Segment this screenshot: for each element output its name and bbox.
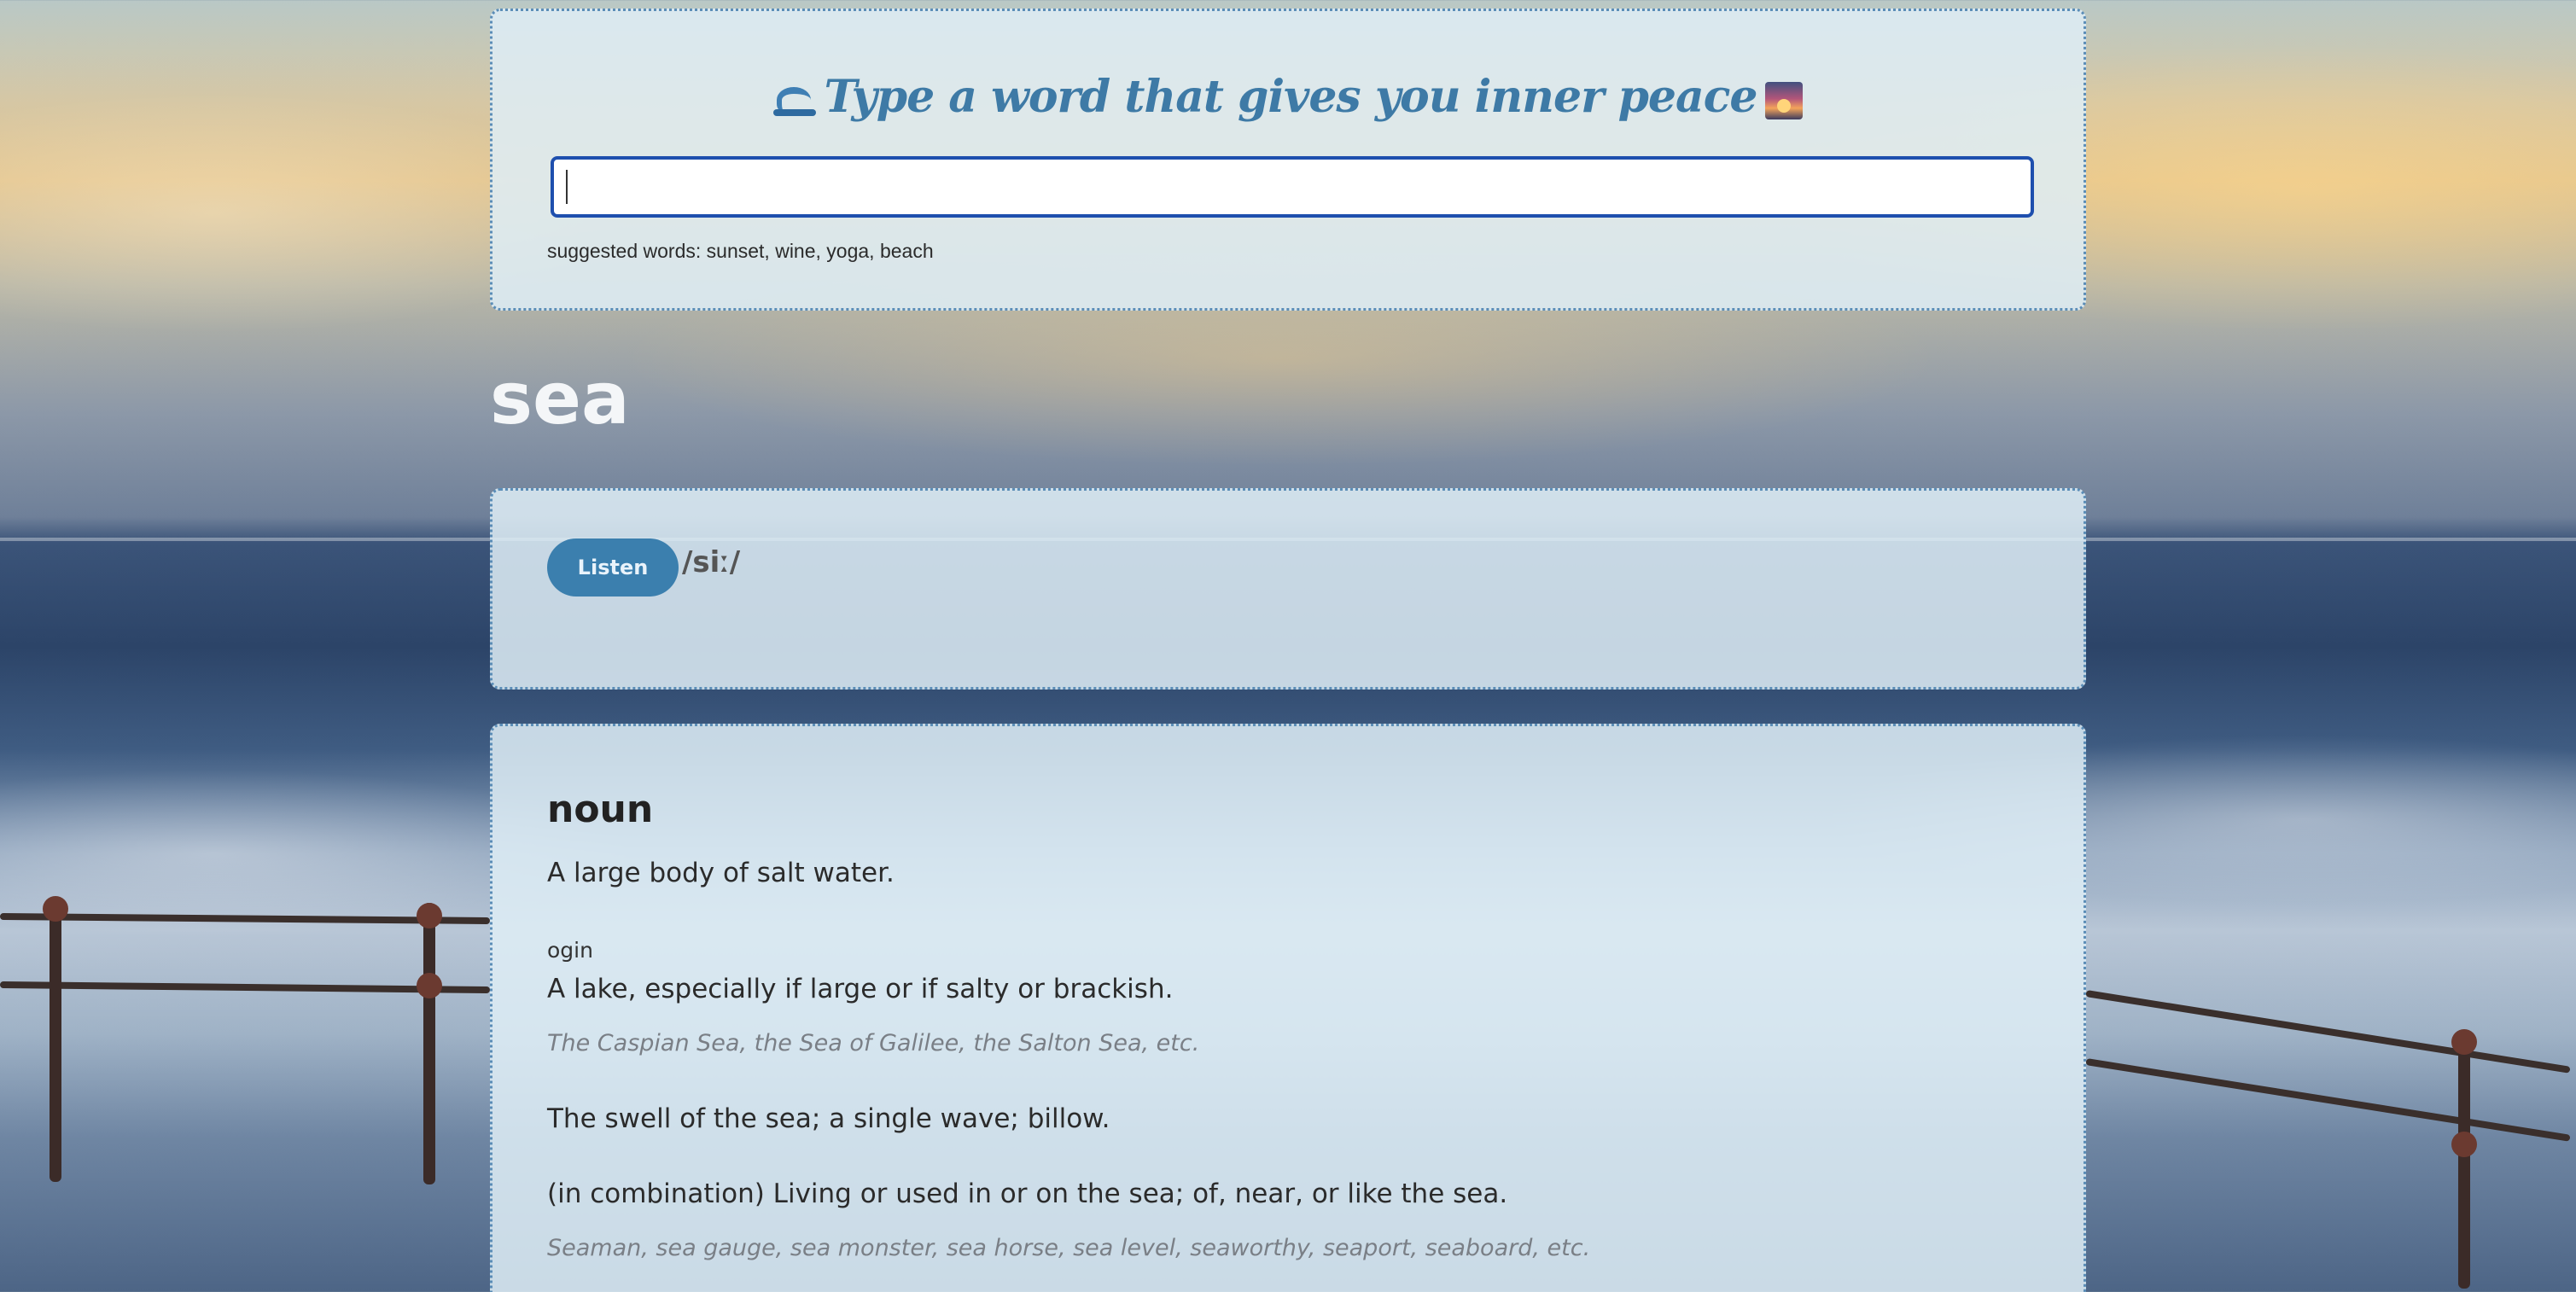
definition: (in combination) Living or used in or on… (547, 1179, 1508, 1209)
phonetic-panel: Listen /siː/ (490, 488, 2086, 690)
search-panel: Type a word that gives you inner peace s… (490, 9, 2086, 311)
definition-example: The Caspian Sea, the Sea of Galilee, the… (547, 1030, 1200, 1056)
phonetic-text: /siː/ (682, 545, 741, 579)
search-title-text: Type a word that gives you inner peace (824, 71, 1758, 123)
definition: The swell of the sea; a single wave; bil… (547, 1103, 1110, 1134)
text-caret (566, 170, 568, 204)
search-input[interactable] (551, 156, 2034, 218)
part-of-speech: noun (547, 788, 654, 831)
definition: A lake, especially if large or if salty … (547, 974, 1174, 1004)
sunset-icon (1765, 81, 1804, 119)
definition: A large body of salt water. (547, 858, 895, 888)
search-title: Type a word that gives you inner peace (492, 71, 2084, 123)
suggested-words: suggested words: sunset, wine, yoga, bea… (547, 240, 934, 262)
listen-button[interactable]: Listen (547, 538, 679, 597)
definition-example: Seaman, sea gauge, sea monster, sea hors… (547, 1235, 1591, 1261)
word-title: sea (490, 357, 630, 440)
meaning-panel: noun A large body of salt water. ogin A … (490, 724, 2086, 1292)
wave-icon (772, 82, 816, 119)
definition-origin: ogin (547, 938, 593, 963)
